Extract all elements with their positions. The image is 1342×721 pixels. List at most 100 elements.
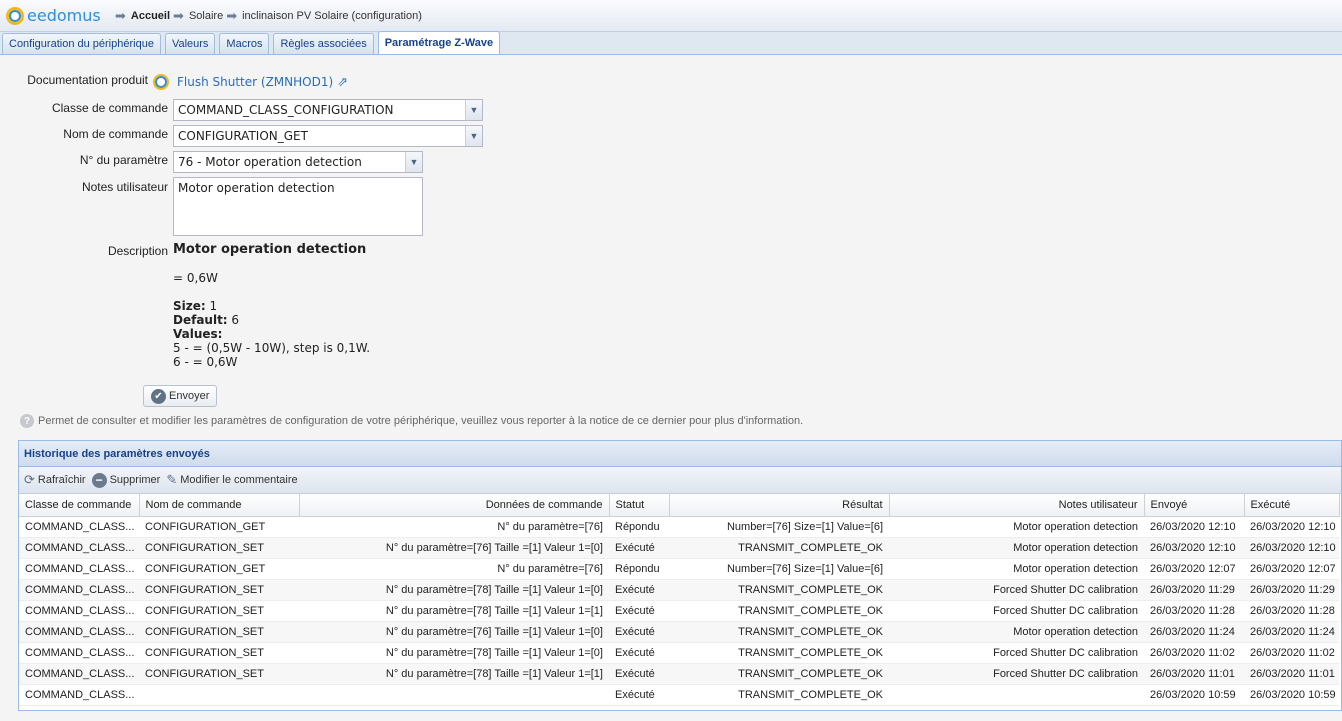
table-cell: 26/03/2020 11:02 <box>1244 642 1339 664</box>
edit-comment-label: Modifier le commentaire <box>180 474 298 486</box>
table-cell: Exécuté <box>609 600 669 622</box>
table-row[interactable]: COMMAND_CLASS... CONFIGURATION_SET N° du p… <box>19 579 1339 601</box>
table-cell: CONFIGURATION_GET <box>139 516 299 538</box>
table-cell: Motor operation detection <box>889 516 1144 538</box>
col-envoye[interactable]: Envoyé <box>1144 494 1245 517</box>
col-classe[interactable]: Classe de commande <box>19 494 140 517</box>
chevron-down-icon[interactable]: ▼ <box>405 152 422 172</box>
table-cell: CONFIGURATION_SET <box>139 642 299 664</box>
chevron-down-icon[interactable]: ▼ <box>465 100 482 120</box>
tab-macros[interactable]: Macros <box>219 33 270 54</box>
info-line: ? Permet de consulter et modifier les pa… <box>20 414 803 428</box>
table-cell: 26/03/2020 11:02 <box>1144 642 1244 664</box>
table-cell: 26/03/2020 11:28 <box>1244 600 1339 622</box>
col-execute[interactable]: Exécuté <box>1244 494 1340 517</box>
table-cell: Exécuté <box>609 621 669 643</box>
table-cell: COMMAND_CLASS... <box>19 621 139 643</box>
table-row[interactable]: COMMAND_CLASS... CONFIGURATION_GET N° du p… <box>19 516 1339 538</box>
values-label: Values: <box>173 327 223 341</box>
table-cell: TRANSMIT_COMPLETE_OK <box>669 684 889 706</box>
tab-zwave[interactable]: Paramétrage Z-Wave <box>377 31 501 54</box>
nom-value: CONFIGURATION_GET <box>178 129 308 143</box>
table-cell: N° du paramètre=[78] Taille =[1] Valeur … <box>299 663 609 685</box>
table-cell: 26/03/2020 10:59 <box>1244 684 1339 706</box>
table-cell: CONFIGURATION_SET <box>139 621 299 643</box>
table-cell <box>139 684 299 706</box>
value-5: 5 - = (0,5W - 10W), step is 0,1W. <box>173 341 371 355</box>
table-cell: 26/03/2020 11:28 <box>1144 600 1244 622</box>
table-cell: CONFIGURATION_GET <box>139 558 299 580</box>
desc-size: Size: 1 <box>173 299 573 313</box>
col-notes[interactable]: Notes utilisateur <box>889 494 1145 517</box>
table-cell: 26/03/2020 11:29 <box>1244 579 1339 601</box>
table-row[interactable]: COMMAND_CLASS... CONFIGURATION_SET N° du p… <box>19 600 1339 622</box>
param-select[interactable]: 76 - Motor operation detection ▼ <box>173 151 423 173</box>
table-cell: COMMAND_CLASS... <box>19 537 139 559</box>
table-cell: Forced Shutter DC calibration <box>889 579 1144 601</box>
breadcrumb-home[interactable]: Accueil <box>131 10 170 22</box>
table-cell: TRANSMIT_COMPLETE_OK <box>669 621 889 643</box>
delete-button[interactable]: − Supprimer <box>91 472 161 488</box>
table-cell: 26/03/2020 12:10 <box>1144 516 1244 538</box>
desc-current: = 0,6W <box>173 271 218 285</box>
table-row[interactable]: COMMAND_CLASS... Exécuté TRANSMIT_COMPLETE… <box>19 684 1339 706</box>
refresh-button[interactable]: ⟳ Rafraîchir <box>24 472 86 488</box>
doc-link[interactable]: Flush Shutter (ZMNHOD1) ⇗ <box>153 74 348 90</box>
help-icon: ? <box>20 414 34 428</box>
table-cell: Forced Shutter DC calibration <box>889 600 1144 622</box>
edit-comment-button[interactable]: ✎ Modifier le commentaire <box>166 472 297 488</box>
chevron-down-icon[interactable]: ▼ <box>465 126 482 146</box>
table-cell: TRANSMIT_COMPLETE_OK <box>669 600 889 622</box>
table-cell: 26/03/2020 11:01 <box>1244 663 1339 685</box>
history-table: Classe de commande Nom de commande Donné… <box>19 494 1340 706</box>
table-row[interactable]: COMMAND_CLASS... CONFIGURATION_SET N° du p… <box>19 642 1339 664</box>
table-cell: TRANSMIT_COMPLETE_OK <box>669 579 889 601</box>
refresh-label: Rafraîchir <box>37 474 86 486</box>
tab-valeurs[interactable]: Valeurs <box>164 33 216 54</box>
pencil-icon: ✎ <box>166 472 178 487</box>
doc-link-text[interactable]: Flush Shutter (ZMNHOD1) <box>177 75 333 89</box>
table-cell: Répondu <box>609 558 669 580</box>
top-bar: eedomus ➡ Accueil ➡ Solaire ➡ inclinaiso… <box>0 0 1342 32</box>
classe-label: Classe de commande <box>51 101 168 115</box>
table-cell: 26/03/2020 11:24 <box>1144 621 1244 643</box>
tab-configuration[interactable]: Configuration du périphérique <box>2 33 161 54</box>
col-statut[interactable]: Statut <box>609 494 670 517</box>
table-cell: Exécuté <box>609 537 669 559</box>
delete-label: Supprimer <box>109 474 161 486</box>
table-cell: Forced Shutter DC calibration <box>889 642 1144 664</box>
envoyer-button[interactable]: ✔ Envoyer <box>143 385 217 407</box>
col-resultat[interactable]: Résultat <box>669 494 890 517</box>
table-cell: CONFIGURATION_SET <box>139 663 299 685</box>
table-cell: TRANSMIT_COMPLETE_OK <box>669 642 889 664</box>
col-nom[interactable]: Nom de commande <box>139 494 300 517</box>
table-cell: COMMAND_CLASS... <box>19 684 139 706</box>
size-value: 1 <box>205 299 218 313</box>
tab-bar: Configuration du périphérique Valeurs Ma… <box>0 31 1342 55</box>
table-cell: COMMAND_CLASS... <box>19 516 139 538</box>
table-row[interactable]: COMMAND_CLASS... CONFIGURATION_SET N° du p… <box>19 537 1339 559</box>
table-row[interactable]: COMMAND_CLASS... CONFIGURATION_SET N° du p… <box>19 621 1339 643</box>
nom-select[interactable]: CONFIGURATION_GET ▼ <box>173 125 483 147</box>
table-cell: CONFIGURATION_SET <box>139 600 299 622</box>
eedomus-logo[interactable]: eedomus <box>6 6 112 25</box>
table-cell: N° du paramètre=[78] Taille =[1] Valeur … <box>299 579 609 601</box>
col-donnees[interactable]: Données de commande <box>299 494 610 517</box>
table-cell: 26/03/2020 12:10 <box>1244 516 1339 538</box>
classe-select[interactable]: COMMAND_CLASS_CONFIGURATION ▼ <box>173 99 483 121</box>
table-cell: COMMAND_CLASS... <box>19 600 139 622</box>
external-link-icon[interactable]: ⇗ <box>337 74 348 90</box>
size-label: Size: <box>173 299 206 313</box>
table-cell: Exécuté <box>609 663 669 685</box>
param-value: 76 - Motor operation detection <box>178 155 362 169</box>
notes-label: Notes utilisateur <box>81 180 168 194</box>
table-row[interactable]: COMMAND_CLASS... CONFIGURATION_SET N° du p… <box>19 663 1339 685</box>
tab-regles[interactable]: Règles associées <box>273 33 374 54</box>
arrow-right-icon: ➡ <box>115 7 126 23</box>
table-cell: Exécuté <box>609 684 669 706</box>
notes-textarea[interactable]: Motor operation detection <box>173 177 423 236</box>
table-row[interactable]: COMMAND_CLASS... CONFIGURATION_GET N° du p… <box>19 558 1339 580</box>
table-cell: TRANSMIT_COMPLETE_OK <box>669 537 889 559</box>
breadcrumb-room[interactable]: Solaire <box>189 10 223 22</box>
table-cell: Motor operation detection <box>889 537 1144 559</box>
